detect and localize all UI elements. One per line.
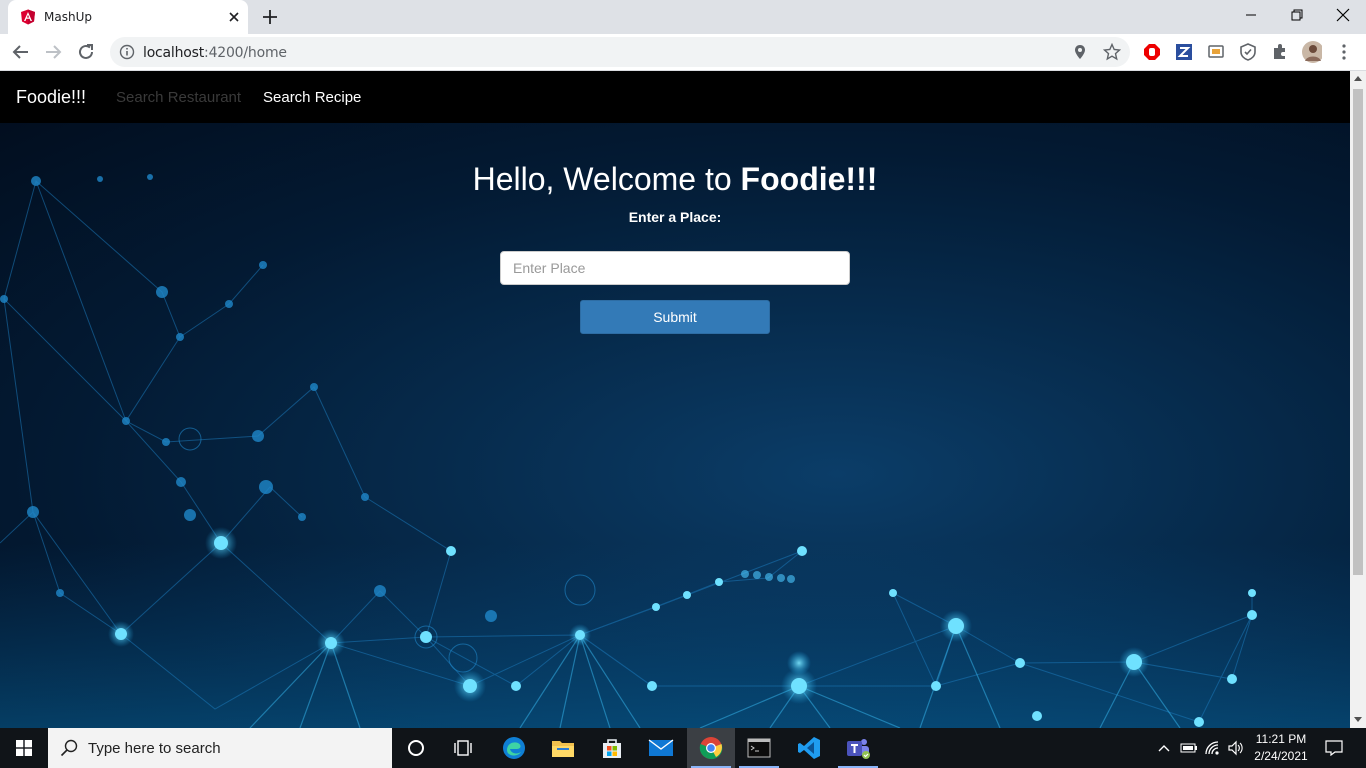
reload-icon — [79, 44, 93, 59]
new-tab-icon[interactable] — [260, 7, 280, 27]
windows-logo-icon — [16, 740, 32, 756]
taskbar-search-placeholder: Type here to search — [88, 740, 221, 757]
page-viewport: Foodie!!! Search Restaurant Search Recip… — [0, 71, 1350, 728]
nav-link-search-recipe[interactable]: Search Recipe — [263, 89, 361, 106]
start-button[interactable] — [0, 728, 48, 768]
minimize-button[interactable] — [1228, 0, 1274, 30]
browser-tab-strip: MashUp — [0, 0, 1366, 34]
cast-icon — [1208, 45, 1224, 58]
taskbar-mail[interactable] — [637, 728, 685, 768]
browser-tab[interactable]: MashUp — [8, 0, 248, 34]
taskbar-search-box[interactable]: Type here to search — [48, 728, 392, 768]
hero-section: Hello, Welcome to Foodie!!! Enter a Plac… — [0, 123, 1350, 728]
search-icon — [60, 739, 78, 757]
action-center-button[interactable] — [1320, 728, 1348, 768]
navbar-brand[interactable]: Foodie!!! — [16, 87, 86, 108]
store-bag-icon — [603, 739, 621, 758]
taskbar-clock[interactable]: 11:21 PM 2/24/2021 — [1248, 731, 1314, 765]
notification-icon — [1325, 740, 1343, 756]
forward-arrow-icon — [46, 45, 62, 59]
browser-toolbar: localhost:4200/home — [0, 34, 1366, 71]
forward-button[interactable] — [43, 42, 63, 62]
bookmark-star-icon[interactable] — [1103, 43, 1121, 61]
taskbar-store[interactable] — [588, 728, 636, 768]
submit-button[interactable]: Submit — [580, 300, 770, 334]
reload-button[interactable] — [76, 42, 96, 62]
page-scrollbar[interactable] — [1350, 71, 1366, 728]
scroll-up-icon[interactable] — [1354, 75, 1362, 83]
scrollbar-thumb[interactable] — [1353, 89, 1363, 575]
address-bar[interactable]: localhost:4200/home — [110, 37, 1130, 67]
clock-time: 11:21 PM — [1255, 732, 1307, 746]
taskbar-edge[interactable] — [490, 728, 538, 768]
welcome-brand: Foodie!!! — [740, 161, 878, 197]
clock-date: 2/24/2021 — [1254, 749, 1308, 763]
close-tab-icon[interactable] — [226, 9, 242, 25]
extension-stop-button[interactable] — [1142, 42, 1162, 62]
shield-icon — [1240, 43, 1256, 61]
restore-button[interactable] — [1274, 0, 1320, 30]
close-icon — [1336, 8, 1350, 22]
profile-button[interactable] — [1302, 41, 1322, 63]
back-button[interactable] — [11, 42, 31, 62]
speaker-icon — [1228, 740, 1243, 756]
terminal-icon — [747, 738, 771, 758]
more-vertical-icon — [1342, 44, 1346, 60]
extension-shield-button[interactable] — [1238, 42, 1258, 62]
battery-icon — [1180, 743, 1197, 753]
welcome-heading: Hello, Welcome to Foodie!!! — [472, 161, 878, 197]
vscode-icon — [798, 737, 820, 759]
z-extension-icon — [1176, 44, 1192, 60]
stop-hand-icon — [1144, 44, 1160, 60]
info-icon[interactable] — [119, 44, 135, 60]
taskbar-teams[interactable] — [834, 728, 882, 768]
wifi-icon — [1205, 741, 1219, 755]
task-view-button[interactable] — [440, 728, 488, 768]
chevron-up-icon — [1158, 745, 1170, 752]
restore-icon — [1291, 9, 1303, 21]
back-arrow-icon — [12, 45, 28, 59]
place-input[interactable] — [500, 251, 850, 285]
url-text: localhost:4200/home — [143, 45, 287, 61]
taskbar-terminal[interactable] — [735, 728, 783, 768]
teams-icon — [847, 739, 870, 759]
avatar — [1302, 41, 1322, 63]
battery-button[interactable] — [1178, 728, 1200, 768]
navbar: Foodie!!! Search Restaurant Search Recip… — [0, 71, 1350, 123]
chrome-menu-button[interactable] — [1334, 42, 1354, 62]
network-button[interactable] — [1202, 728, 1224, 768]
cortana-button[interactable] — [392, 728, 440, 768]
place-label: Enter a Place: — [628, 209, 722, 225]
task-view-icon — [454, 740, 472, 756]
extensions-button[interactable] — [1270, 42, 1290, 62]
volume-button[interactable] — [1225, 728, 1247, 768]
show-hidden-icons-button[interactable] — [1154, 728, 1174, 768]
extension-cast-button[interactable] — [1206, 42, 1226, 62]
location-pin-icon[interactable] — [1072, 44, 1088, 60]
cortana-circle-icon — [408, 740, 424, 756]
close-window-button[interactable] — [1320, 0, 1366, 30]
taskbar-chrome[interactable] — [687, 728, 735, 768]
edge-icon — [503, 737, 525, 759]
extension-z-button[interactable] — [1174, 42, 1194, 62]
angular-icon — [21, 9, 35, 25]
nav-link-search-restaurant[interactable]: Search Restaurant — [116, 89, 241, 106]
puzzle-icon — [1274, 44, 1285, 59]
chrome-icon — [699, 737, 723, 760]
taskbar-vscode[interactable] — [785, 728, 833, 768]
taskbar-file-explorer[interactable] — [539, 728, 587, 768]
windows-taskbar: Type here to search 11:21 PM 2/24/2021 — [0, 728, 1366, 768]
tab-title: MashUp — [44, 10, 92, 24]
minimize-icon — [1246, 14, 1256, 16]
mail-icon — [648, 739, 674, 756]
scroll-down-icon[interactable] — [1354, 715, 1362, 723]
folder-icon — [552, 741, 574, 757]
